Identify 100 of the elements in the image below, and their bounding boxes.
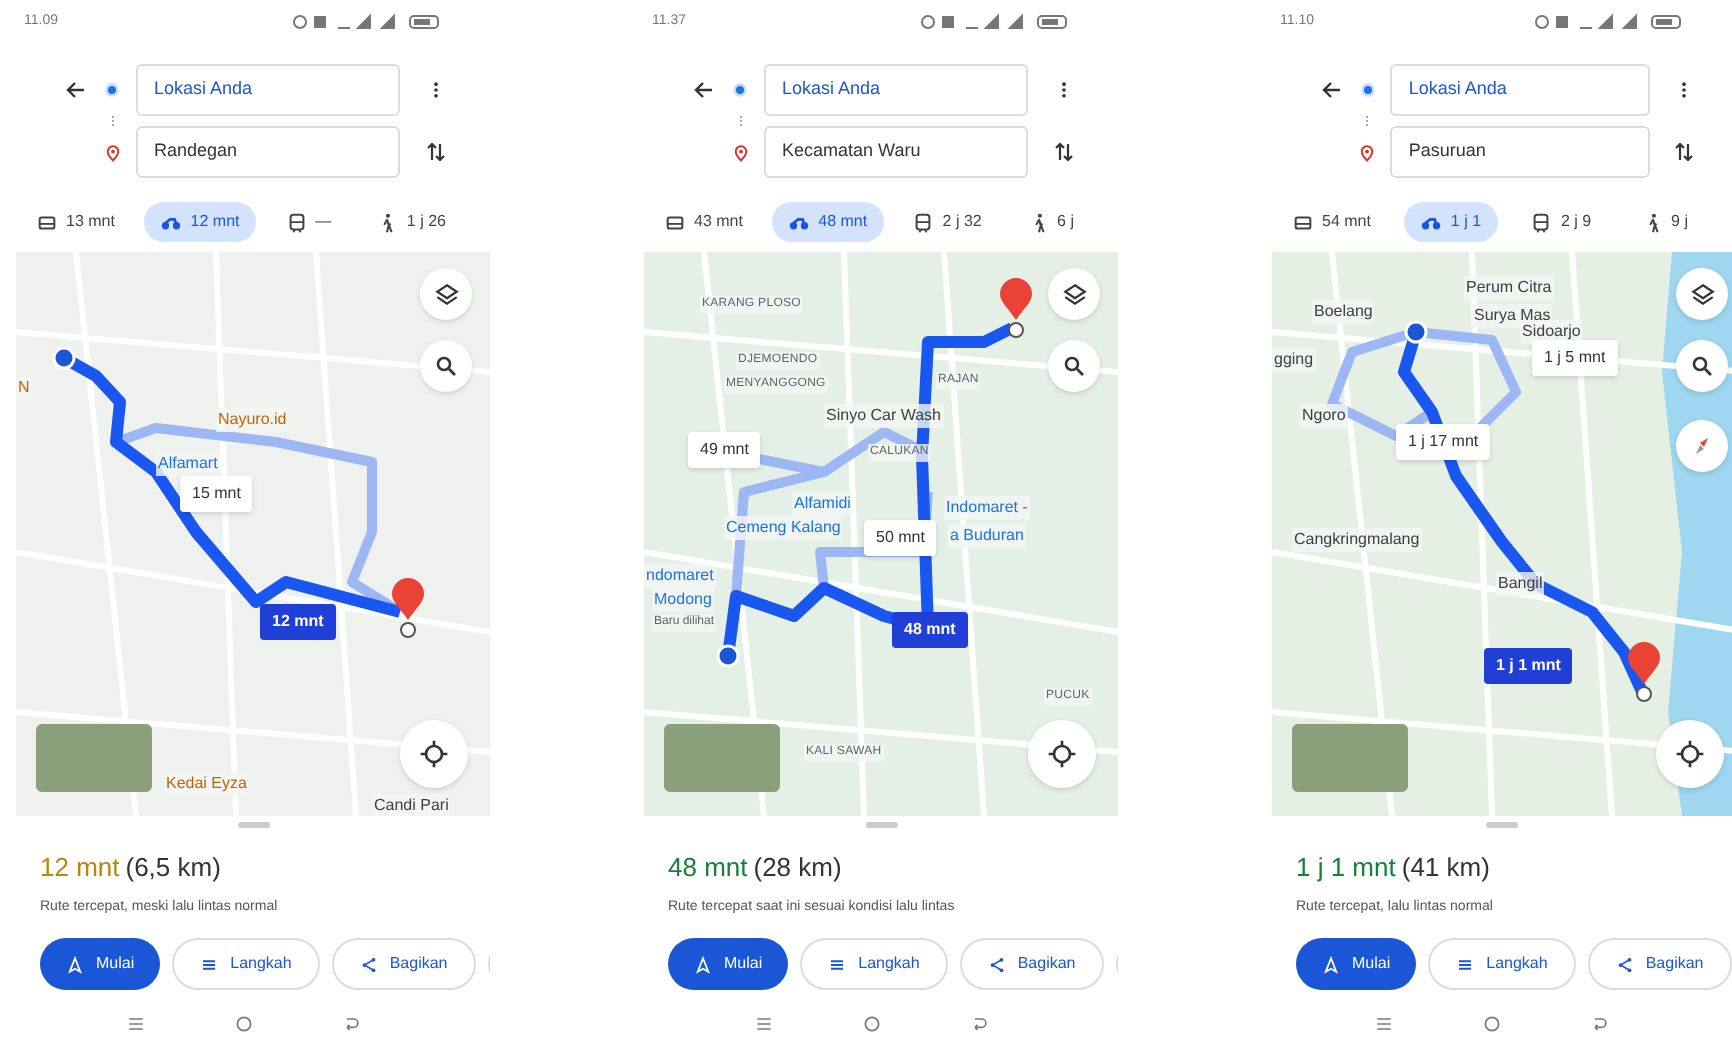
place-label: Nayuro.id <box>216 408 289 432</box>
place-label: Alfamart <box>156 452 220 476</box>
travel-mode-tab[interactable]: 9 j <box>1625 202 1704 242</box>
destination-pin-icon <box>1000 278 1032 338</box>
route-time-label[interactable]: 15 mnt <box>180 476 253 512</box>
action-button[interactable]: Bagikan <box>331 938 476 990</box>
home-circle-icon[interactable] <box>1482 1014 1502 1034</box>
search-button[interactable] <box>420 340 472 392</box>
search-button[interactable] <box>1048 340 1100 392</box>
back-arrow-icon[interactable] <box>692 78 716 102</box>
back-arrow-icon[interactable] <box>1319 78 1344 102</box>
place-label: Indomaret - <box>944 496 1030 520</box>
place-label: Cemeng Kalang <box>724 516 843 540</box>
back-arrow-icon[interactable] <box>64 78 88 102</box>
train-icon <box>912 211 935 233</box>
car-icon <box>664 211 686 233</box>
location-dot-icon <box>1359 82 1376 98</box>
travel-mode-tab[interactable]: 12 mnt <box>144 202 256 242</box>
layers-button[interactable] <box>1048 268 1100 320</box>
search-icon <box>1062 354 1086 378</box>
route-distance: (28 km) <box>753 850 842 886</box>
my-location-button[interactable] <box>400 720 468 788</box>
crosshair-icon <box>1674 738 1706 770</box>
my-location-button[interactable] <box>1028 720 1096 788</box>
route-time-label[interactable]: 48 mnt <box>892 612 968 648</box>
swap-icon[interactable] <box>1052 140 1076 164</box>
start-location-dot <box>716 644 740 668</box>
list-icon <box>1456 955 1475 973</box>
route-distance: (41 km) <box>1401 850 1490 886</box>
action-button[interactable]: Bagikan <box>1587 938 1732 990</box>
travel-mode-tab[interactable]: 1 j 26 <box>360 202 462 242</box>
back-icon[interactable] <box>969 1014 989 1034</box>
travel-mode-tab[interactable]: 13 mnt <box>20 202 131 242</box>
map[interactable]: Perum Citra Boelang Surya Mas Sidoarjo gging Ngoro Cangkringmalang Bangil 1 j 5 mnt 1 j 17 mnt 1 j 1 mnt <box>1272 252 1732 816</box>
navigation-arrow-icon <box>66 955 84 973</box>
location-dot-icon <box>732 82 748 98</box>
origin-field[interactable]: Lokasi Anda <box>764 64 1028 116</box>
my-location-button[interactable] <box>1656 720 1724 788</box>
route-time-label[interactable]: 1 j 17 mnt <box>1396 424 1491 460</box>
layers-button[interactable] <box>420 268 472 320</box>
place-label: Perum Citra <box>1464 276 1554 300</box>
place-label: ndomaret <box>644 564 716 588</box>
action-button[interactable]: Mulai <box>668 938 789 990</box>
route-duration: 48 mnt <box>668 850 748 886</box>
travel-mode-tab[interactable]: 6 j <box>1011 202 1090 242</box>
route-time-label[interactable]: 12 mnt <box>260 604 336 640</box>
action-button[interactable]: Langkah <box>1428 938 1576 990</box>
origin-field[interactable]: Lokasi Anda <box>1390 64 1649 116</box>
menu-icon[interactable] <box>1374 1014 1394 1034</box>
travel-mode-tab[interactable]: — <box>269 202 348 242</box>
place-label: Alfamidi <box>792 492 853 516</box>
place-label: N <box>16 376 32 400</box>
search-icon <box>1690 354 1714 378</box>
crosshair-icon <box>1046 738 1078 770</box>
place-label: a Buduran <box>948 524 1026 548</box>
destination-field[interactable]: Kecamatan Waru <box>764 126 1028 178</box>
share-icon <box>987 955 1006 973</box>
travel-mode-tab[interactable]: 48 mnt <box>772 202 884 242</box>
drag-handle[interactable] <box>1486 822 1518 828</box>
route-time-label[interactable]: 49 mnt <box>688 432 761 468</box>
action-button[interactable]: Bagikan <box>959 938 1104 990</box>
destination-field[interactable]: Randegan <box>136 126 400 178</box>
home-circle-icon[interactable] <box>233 1014 253 1034</box>
route-time-label[interactable]: 1 j 1 mnt <box>1484 648 1573 684</box>
swap-icon[interactable] <box>1672 140 1697 164</box>
travel-mode-tab[interactable]: 2 j 9 <box>1514 202 1608 242</box>
action-button[interactable]: Mulai <box>1296 938 1417 990</box>
action-button[interactable]: Langkah <box>172 938 320 990</box>
route-time-label[interactable]: 50 mnt <box>864 520 937 556</box>
travel-mode-tab[interactable]: 54 mnt <box>1276 202 1387 242</box>
route-time-label[interactable]: 1 j 5 mnt <box>1532 340 1618 376</box>
origin-field[interactable]: Lokasi Anda <box>136 64 400 116</box>
home-circle-icon[interactable] <box>861 1014 881 1034</box>
drag-handle[interactable] <box>865 822 897 828</box>
place-label: Ngoro <box>1300 404 1348 428</box>
train-icon <box>285 211 308 233</box>
back-icon[interactable] <box>341 1014 361 1034</box>
start-location-dot <box>52 346 76 370</box>
share-icon <box>1615 955 1634 973</box>
route-duration: 12 mnt <box>40 850 120 886</box>
travel-mode-tab[interactable]: 43 mnt <box>648 202 759 242</box>
menu-icon[interactable] <box>753 1014 773 1034</box>
travel-mode-tab[interactable]: 1 j 1 <box>1404 202 1498 242</box>
destination-field[interactable]: Pasuruan <box>1390 126 1649 178</box>
place-label: Modong <box>652 588 714 612</box>
destination-pin-icon <box>1358 143 1377 161</box>
map[interactable]: N Nayuro.id Alfamart Kedai Eyza Candi Pari 15 mnt 12 mnt <box>16 252 490 816</box>
menu-icon[interactable] <box>125 1014 145 1034</box>
swap-icon[interactable] <box>424 140 448 164</box>
share-icon <box>359 955 378 973</box>
navigation-arrow-icon <box>694 955 712 973</box>
travel-mode-tab[interactable]: 2 j 32 <box>896 202 998 242</box>
action-button[interactable]: Langkah <box>800 938 948 990</box>
back-icon[interactable] <box>1590 1014 1610 1034</box>
place-label: Cangkringmalang <box>1292 528 1422 552</box>
layers-icon <box>433 281 459 307</box>
action-button[interactable]: Mulai <box>40 938 161 990</box>
destination-pin-icon <box>103 143 121 161</box>
place-label: gging <box>1272 348 1316 372</box>
drag-handle[interactable] <box>237 822 269 828</box>
